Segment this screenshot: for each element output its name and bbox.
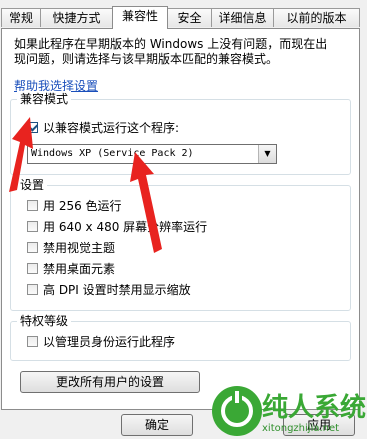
- intro-text: 如果此程序在早期版本的 Windows 上没有问题，而现在出 现问题，则请选择与…: [14, 37, 349, 67]
- option-256-colors-checkbox[interactable]: [27, 200, 38, 211]
- run-as-admin-label: 以管理员身份运行此程序: [43, 335, 176, 349]
- settings-group: 设置 用 256 色运行 用 640 x 480 屏幕分辨率运行 禁用视觉主题 …: [10, 177, 351, 311]
- intro-line-2: 现问题，则请选择与该早期版本匹配的兼容模式。: [14, 52, 279, 66]
- tab-security-label: 安全: [177, 11, 202, 25]
- tab-security[interactable]: 安全: [167, 8, 212, 27]
- tab-compatibility-label: 兼容性: [121, 9, 158, 23]
- option-disable-desktop-composition[interactable]: 禁用桌面元素: [27, 261, 115, 277]
- tab-previous-versions[interactable]: 以前的版本: [273, 8, 360, 27]
- option-640x480-label: 用 640 x 480 屏幕分辨率运行: [43, 220, 208, 234]
- tab-shortcut-label: 快捷方式: [52, 11, 101, 25]
- compat-mode-checkbox-row[interactable]: 以兼容模式运行这个程序:: [27, 120, 179, 136]
- settings-title: 设置: [17, 177, 48, 193]
- privilege-title: 特权等级: [17, 313, 72, 329]
- watermark-url: xitongzhijia.net: [262, 423, 340, 434]
- tab-details[interactable]: 详细信息: [211, 8, 274, 27]
- option-640x480-checkbox[interactable]: [27, 221, 38, 232]
- watermark-brand: 纯人系统: [262, 393, 367, 423]
- option-disable-visual-themes[interactable]: 禁用视觉主题: [27, 240, 115, 256]
- option-disable-visual-themes-checkbox[interactable]: [27, 242, 38, 253]
- option-256-colors[interactable]: 用 256 色运行: [27, 198, 122, 214]
- tab-strip: 常规 快捷方式 兼容性 安全 详细信息 以前的版本: [0, 6, 367, 29]
- option-disable-desktop-composition-checkbox[interactable]: [27, 263, 38, 274]
- run-as-admin-checkbox[interactable]: [27, 336, 38, 347]
- compat-mode-title: 兼容模式: [17, 91, 72, 107]
- option-disable-visual-themes-label: 禁用视觉主题: [43, 241, 116, 255]
- dropdown-arrow-icon[interactable]: ▼: [258, 145, 276, 163]
- compat-mode-checkbox-label: 以兼容模式运行这个程序:: [43, 121, 180, 135]
- option-640x480[interactable]: 用 640 x 480 屏幕分辨率运行: [27, 219, 207, 235]
- option-disable-dpi-scaling-checkbox[interactable]: [27, 284, 38, 295]
- os-version-select[interactable]: Windows XP (Service Pack 2) ▼: [27, 144, 277, 164]
- change-all-users-button[interactable]: 更改所有用户的设置: [20, 371, 200, 393]
- option-disable-dpi-scaling-label: 高 DPI 设置时禁用显示缩放: [43, 283, 191, 297]
- run-as-admin-row[interactable]: 以管理员身份运行此程序: [27, 334, 175, 350]
- compatibility-panel: 如果此程序在早期版本的 Windows 上没有问题，而现在出 现问题，则请选择与…: [1, 28, 360, 410]
- os-version-selected: Windows XP (Service Pack 2): [31, 148, 194, 159]
- tab-general[interactable]: 常规: [1, 8, 41, 27]
- intro-line-1: 如果此程序在早期版本的 Windows 上没有问题，而现在出: [14, 37, 328, 51]
- compat-mode-checkbox[interactable]: [27, 122, 38, 133]
- tab-shortcut[interactable]: 快捷方式: [40, 8, 113, 27]
- tab-general-label: 常规: [8, 11, 33, 25]
- compat-mode-group: 兼容模式 以兼容模式运行这个程序: Windows XP (Service Pa…: [10, 91, 351, 175]
- tab-previous-versions-label: 以前的版本: [286, 11, 347, 25]
- option-disable-dpi-scaling[interactable]: 高 DPI 设置时禁用显示缩放: [27, 282, 191, 298]
- option-256-colors-label: 用 256 色运行: [43, 199, 122, 213]
- ok-button[interactable]: 确定: [121, 414, 193, 436]
- option-disable-desktop-composition-label: 禁用桌面元素: [43, 262, 116, 276]
- tab-compatibility[interactable]: 兼容性: [112, 6, 168, 29]
- tab-details-label: 详细信息: [218, 11, 267, 25]
- privilege-group: 特权等级 以管理员身份运行此程序: [10, 313, 351, 361]
